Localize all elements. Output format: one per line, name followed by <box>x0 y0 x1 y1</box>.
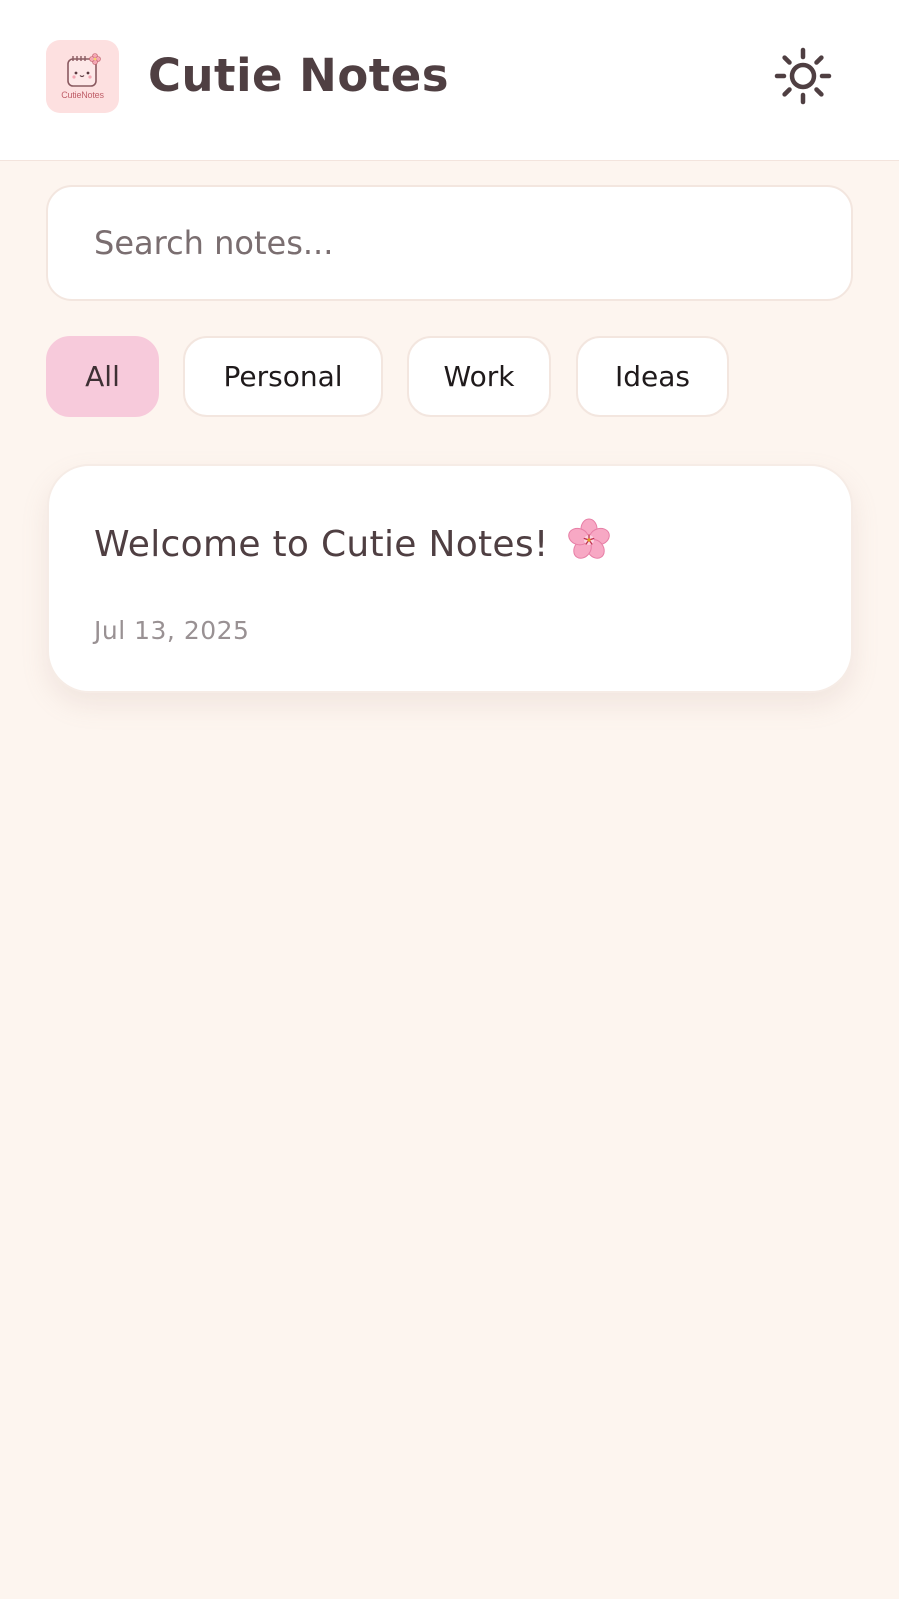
search-input[interactable] <box>48 187 851 299</box>
app-title: Cutie Notes <box>148 49 450 102</box>
filter-chip-ideas[interactable]: Ideas <box>576 336 729 417</box>
filter-chip-label: All <box>85 360 120 393</box>
note-title: Welcome to Cutie Notes! <box>94 516 613 573</box>
app-logo: CutieNotes <box>46 40 119 113</box>
app-header: CutieNotes Cutie Notes <box>0 0 899 161</box>
sun-icon <box>774 47 832 105</box>
notepad-icon <box>66 53 101 87</box>
filter-chip-work[interactable]: Work <box>407 336 551 417</box>
note-title-text: Welcome to Cutie Notes! <box>94 524 549 565</box>
search-box <box>46 185 853 301</box>
filter-chip-all[interactable]: All <box>46 336 159 417</box>
note-date: Jul 13, 2025 <box>94 616 250 645</box>
theme-toggle-button[interactable] <box>773 46 833 106</box>
note-card[interactable]: Welcome to Cutie Notes! Jul 13, 2025 <box>47 464 853 693</box>
filter-chip-personal[interactable]: Personal <box>183 336 383 417</box>
cherry-blossom-icon <box>565 516 613 573</box>
filter-chip-label: Personal <box>223 360 343 393</box>
logo-text: CutieNotes <box>61 90 104 100</box>
filter-chip-label: Work <box>443 360 515 393</box>
filter-chip-label: Ideas <box>614 360 690 393</box>
